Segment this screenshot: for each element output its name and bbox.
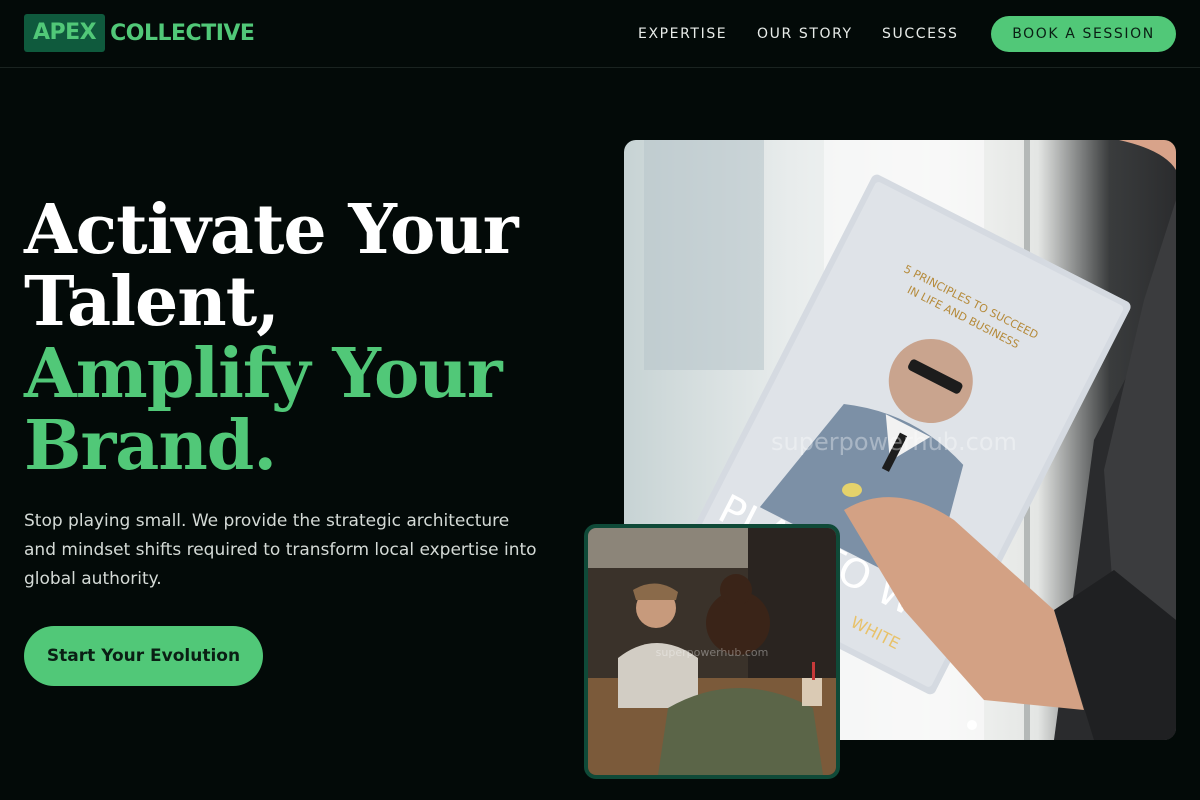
headline-line-2: Talent, (24, 262, 280, 342)
nav-link-our-story[interactable]: OUR STORY (757, 24, 853, 44)
inset-photo-meeting: superpowerhub.com (584, 524, 840, 779)
start-evolution-button[interactable]: Start Your Evolution (24, 626, 263, 686)
headline-line-1: Activate Your (24, 190, 519, 270)
top-nav: APEX COLLECTIVE EXPERTISE OUR STORY SUCC… (0, 0, 1200, 68)
logo[interactable]: APEX COLLECTIVE (24, 14, 255, 52)
nav-link-success[interactable]: SUCCESS (882, 24, 959, 44)
logo-wordmark: COLLECTIVE (110, 20, 255, 46)
logo-mark: APEX (24, 14, 106, 52)
headline-line-3: Amplify Your (24, 334, 503, 414)
nav-link-expertise[interactable]: EXPERTISE (638, 24, 727, 44)
watermark-text: superpowerhub.com (771, 428, 1017, 456)
headline-line-4: Brand. (24, 406, 277, 486)
meeting-photo-illustration: superpowerhub.com (588, 528, 836, 775)
hero-subtext: Stop playing small. We provide the strat… (24, 511, 537, 589)
page: APEX COLLECTIVE EXPERTISE OUR STORY SUCC… (0, 0, 1200, 800)
inset-watermark-text: superpowerhub.com (656, 646, 769, 659)
book-session-button[interactable]: BOOK A SESSION (991, 16, 1176, 52)
hero-headline: Activate Your Talent, Amplify Your Brand… (24, 194, 584, 482)
